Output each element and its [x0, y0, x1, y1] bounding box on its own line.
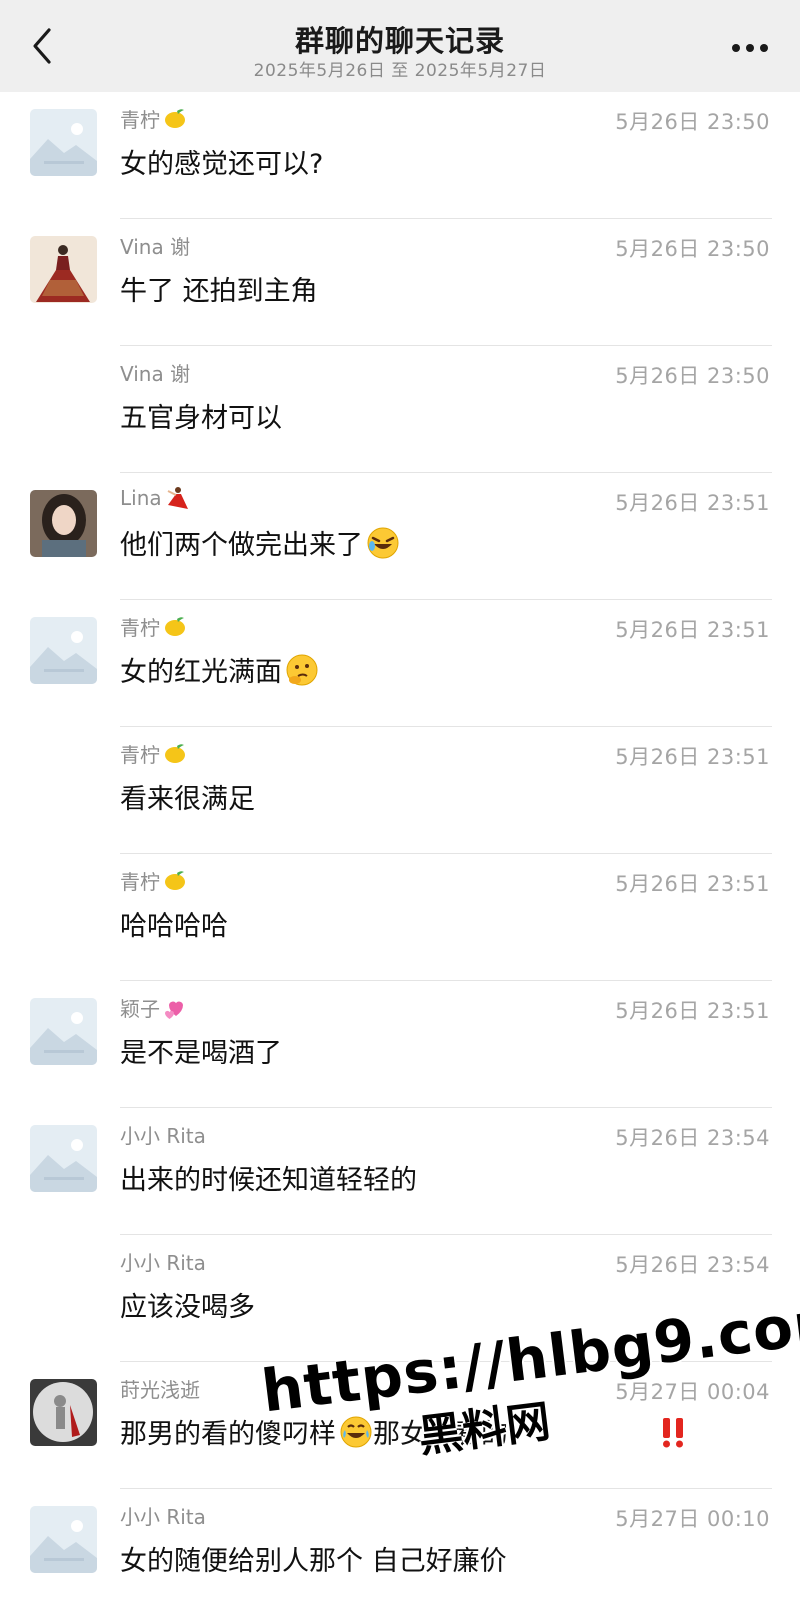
message-text: 女的感觉还可以? — [120, 142, 323, 181]
sender-label: Vina 谢 — [120, 235, 191, 259]
sender-label: 小小 Rita — [120, 1251, 206, 1275]
message-text-label: 牛了 还拍到主角 — [120, 276, 318, 307]
message-item[interactable]: Lina 5月26日 23:51 他们两个做完出来了 — [0, 473, 800, 600]
message-text-label: 是不是喝酒了 — [120, 1038, 282, 1069]
message-item[interactable]: Vina 谢 5月26日 23:50 牛了 还拍到主角 — [0, 219, 800, 346]
lemon-emoji-icon — [162, 614, 188, 640]
message-item[interactable]: 青柠 5月26日 23:51 看来很满足 — [0, 727, 800, 854]
sender-name: 青柠 — [120, 612, 188, 641]
message-text-label: 看来很满足 — [120, 784, 255, 815]
message-item[interactable]: 青柠 5月26日 23:50 女的感觉还可以? — [0, 92, 800, 219]
more-dots-icon — [732, 44, 768, 52]
message-text-label: 那男的看的傻叼样 — [120, 1419, 336, 1450]
date-range: 2025年5月26日 至 2025年5月27日 — [253, 61, 547, 81]
sender-name: Vina 谢 — [120, 358, 190, 387]
message-text: 牛了 还拍到主角 — [120, 269, 318, 308]
sender-name: Lina — [120, 485, 190, 511]
message-item[interactable]: 小小 Rita 5月26日 23:54 出来的时候还知道轻轻的 — [0, 1108, 800, 1235]
message-text-label: 女的红光满面 — [120, 657, 282, 688]
message-text-label: 哈哈哈哈 — [120, 911, 228, 942]
message-time: 5月27日 00:04 — [615, 1380, 770, 1404]
message-text: 女的红光满面 — [120, 650, 319, 689]
message-time: 5月26日 23:51 — [615, 618, 770, 642]
sender-name: 小小 Rita — [120, 1120, 206, 1149]
page-title: 群聊的聊天记录 — [294, 24, 505, 58]
message-time: 5月26日 23:51 — [615, 999, 770, 1023]
message-item[interactable]: 青柠 5月26日 23:51 哈哈哈哈 — [0, 854, 800, 981]
message-time: 5月26日 23:51 — [615, 745, 770, 769]
message-time: 5月26日 23:50 — [615, 364, 770, 388]
sender-name: 小小 Rita — [120, 1501, 206, 1530]
message-time: 5月26日 23:51 — [615, 491, 770, 515]
sender-label: 青柠 — [120, 743, 160, 767]
sender-name: 颖子 — [120, 993, 188, 1022]
avatar[interactable] — [30, 1379, 97, 1446]
message-item[interactable]: 小小 Rita 5月26日 23:54 应该没喝多 — [0, 1235, 800, 1362]
sender-label: Lina — [120, 486, 162, 510]
avatar[interactable] — [30, 490, 97, 557]
avatar[interactable] — [30, 109, 97, 176]
message-text-label: 女的感觉还可以? — [120, 149, 324, 180]
message-time: 5月26日 23:54 — [615, 1126, 770, 1150]
avatar[interactable] — [30, 617, 97, 684]
sender-name: 青柠 — [120, 739, 188, 768]
message-list: 青柠 5月26日 23:50 女的感觉还可以? Vina 谢 5月26日 23:50 牛了… — [0, 92, 800, 1603]
sender-name: 莳光浅逝 — [120, 1374, 200, 1403]
lemon-emoji-icon — [162, 741, 188, 767]
message-text-label: 出来的时候还知道轻轻的 — [120, 1165, 417, 1196]
sender-name: 青柠 — [120, 866, 188, 895]
message-text-label: 应该没喝多 — [120, 1292, 255, 1323]
lemon-emoji-icon — [162, 106, 188, 132]
message-time: 5月27日 00:10 — [615, 1507, 770, 1531]
message-item[interactable]: Vina 谢 5月26日 23:50 五官身材可以 — [0, 346, 800, 473]
thinking-emoji-icon — [285, 653, 319, 687]
sender-label: Vina 谢 — [120, 362, 191, 386]
message-text: 应该没喝多 — [120, 1285, 255, 1324]
message-item[interactable]: 颖子 5月26日 23:51 是不是喝酒了 — [0, 981, 800, 1108]
message-text-label: 他们两个做完出来了 — [120, 530, 363, 561]
sender-name: Vina 谢 — [120, 231, 190, 260]
avatar[interactable] — [30, 998, 97, 1065]
sender-label: 颖子 — [120, 997, 160, 1021]
message-time: 5月26日 23:54 — [615, 1253, 770, 1277]
top-bar: 群聊的聊天记录 2025年5月26日 至 2025年5月27日 — [0, 0, 800, 92]
hearts-emoji-icon — [162, 995, 188, 1021]
message-text: 那男的看的傻叼样 那女的看的 — [120, 1412, 688, 1451]
avatar[interactable] — [30, 1506, 97, 1573]
message-text: 五官身材可以 — [120, 396, 282, 435]
message-text: 出来的时候还知道轻轻的 — [120, 1158, 417, 1197]
message-time: 5月26日 23:50 — [615, 110, 770, 134]
message-time: 5月26日 23:51 — [615, 872, 770, 896]
message-text-label: 五官身材可以 — [120, 403, 282, 434]
sender-label: 青柠 — [120, 870, 160, 894]
dancer-emoji-icon — [164, 485, 190, 511]
sender-label: 小小 Rita — [120, 1505, 206, 1529]
sender-label: 莳光浅逝 — [120, 1378, 200, 1402]
message-item[interactable]: 青柠 5月26日 23:51 女的红光满面 — [0, 600, 800, 727]
rofl-emoji-icon — [366, 526, 400, 560]
message-text: 他们两个做完出来了 — [120, 523, 400, 562]
joy-emoji-icon — [339, 1415, 373, 1449]
sender-label: 小小 Rita — [120, 1124, 206, 1148]
message-item[interactable]: 莳光浅逝 5月27日 00:04 那男的看的傻叼样 那女的看的 — [0, 1362, 800, 1489]
sender-name: 小小 Rita — [120, 1247, 206, 1276]
message-text: 是不是喝酒了 — [120, 1031, 282, 1070]
message-text-label: 女的随便给别人那个 自己好廉价 — [120, 1546, 507, 1577]
message-text: 女的随便给别人那个 自己好廉价 — [120, 1539, 507, 1578]
message-time: 5月26日 23:50 — [615, 237, 770, 261]
lemon-emoji-icon — [162, 868, 188, 894]
sender-name: 青柠 — [120, 104, 188, 133]
more-button[interactable] — [722, 28, 778, 68]
sender-label: 青柠 — [120, 108, 160, 132]
sender-label: 青柠 — [120, 616, 160, 640]
avatar[interactable] — [30, 1125, 97, 1192]
message-text-continuation: 那女的看的 — [373, 1419, 508, 1450]
message-text: 哈哈哈哈 — [120, 904, 228, 943]
message-item[interactable]: 小小 Rita 5月27日 00:10 女的随便给别人那个 自己好廉价 — [0, 1489, 800, 1603]
message-text: 看来很满足 — [120, 777, 255, 816]
double-exclamation-icon — [658, 1415, 688, 1449]
avatar[interactable] — [30, 236, 97, 303]
